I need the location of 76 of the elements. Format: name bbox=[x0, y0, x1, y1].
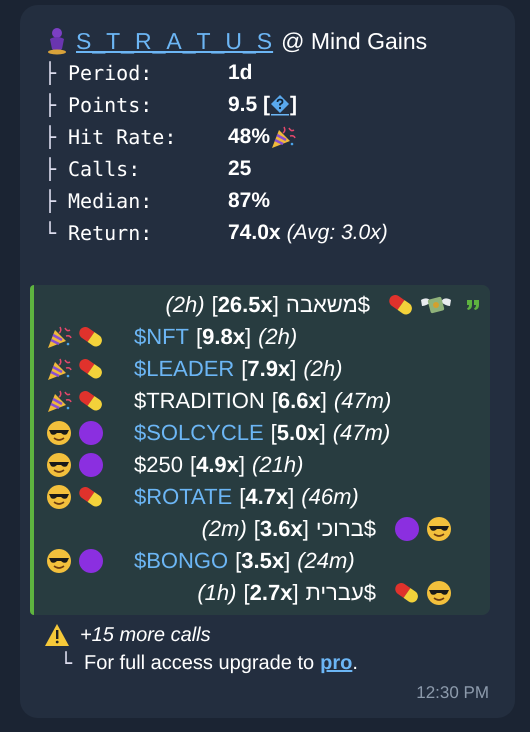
channel-link[interactable]: S_T_R_A_T_U_S bbox=[76, 28, 274, 54]
sunglasses-face-icon bbox=[46, 420, 72, 446]
call-age: (47m) bbox=[334, 388, 392, 414]
stat-label: Calls: bbox=[68, 157, 142, 181]
multiplier: [5.0x] bbox=[270, 420, 326, 446]
sunglasses-face-icon bbox=[46, 452, 72, 478]
genie-icon bbox=[46, 27, 68, 55]
help-icon bbox=[270, 94, 290, 116]
call-age: (47m) bbox=[332, 420, 390, 446]
ticker: $ברוכי bbox=[316, 516, 376, 542]
tree-branch: ├ bbox=[44, 157, 58, 181]
more-calls-text: +15 more calls bbox=[80, 624, 211, 646]
tree-branch: ├ bbox=[44, 125, 58, 149]
multiplier: [4.9x] bbox=[190, 452, 246, 478]
stat-label: Points: bbox=[68, 93, 154, 117]
tree-branch: ├ bbox=[44, 93, 58, 117]
call-age: (46m) bbox=[301, 484, 359, 510]
stat-value: 87% bbox=[228, 189, 270, 213]
ticker[interactable]: $SOLCYCLE bbox=[134, 420, 264, 446]
party-popper-icon bbox=[270, 124, 296, 150]
tree-branch: ├ bbox=[44, 61, 58, 85]
quote-icon bbox=[466, 299, 480, 311]
upgrade-text: For full access upgrade to bbox=[84, 652, 314, 674]
multiplier: [26.5x] bbox=[212, 292, 279, 318]
party-popper-icon bbox=[46, 324, 72, 350]
ticker: $250 bbox=[134, 452, 183, 478]
sunglasses-face-icon bbox=[426, 516, 452, 542]
bracket: ] bbox=[290, 93, 298, 117]
sunglasses-face-icon bbox=[46, 548, 72, 574]
tree-branch: └ bbox=[44, 221, 58, 245]
multiplier: [3.6x] bbox=[254, 516, 309, 542]
multiplier: [3.5x] bbox=[235, 548, 290, 574]
party-popper-icon bbox=[46, 388, 72, 414]
ticker[interactable]: $BONGO bbox=[134, 548, 228, 574]
ticker[interactable]: $ROTATE bbox=[134, 484, 232, 510]
call-age: (24m) bbox=[297, 548, 355, 574]
multiplier: [6.6x] bbox=[272, 388, 327, 414]
stat-label: Period: bbox=[68, 61, 154, 85]
stat-value: 48% bbox=[228, 125, 270, 149]
warning-icon bbox=[44, 623, 70, 647]
circle-icon bbox=[394, 516, 420, 542]
tree-branch: ├ bbox=[44, 189, 58, 213]
stat-value: 25 bbox=[228, 157, 252, 181]
call-age: (1h) bbox=[197, 580, 236, 606]
stat-label: Hit Rate: bbox=[68, 125, 178, 149]
stat-label: Median: bbox=[68, 189, 154, 213]
timestamp: 12:30 PM bbox=[416, 683, 489, 703]
circle-icon bbox=[78, 548, 104, 574]
stat-label: Return: bbox=[68, 221, 154, 245]
call-age: (2h) bbox=[165, 292, 205, 318]
call-age: (21h) bbox=[252, 452, 304, 478]
sunglasses-face-icon bbox=[46, 484, 72, 510]
ticker: $עברית bbox=[306, 580, 376, 606]
period: . bbox=[352, 652, 358, 674]
sunglasses-face-icon bbox=[426, 580, 452, 606]
circle-icon bbox=[78, 420, 104, 446]
multiplier: [2.7x] bbox=[243, 580, 299, 606]
multiplier: [7.9x] bbox=[241, 356, 296, 382]
party-popper-icon bbox=[46, 356, 72, 382]
stat-value: 9.5 [ bbox=[228, 93, 270, 117]
call-age: (2h) bbox=[303, 356, 342, 382]
call-age: (2m) bbox=[202, 516, 247, 542]
call-age: (2h) bbox=[258, 324, 298, 350]
multiplier: [4.7x] bbox=[239, 484, 294, 510]
stat-note: (Avg: 3.0x) bbox=[286, 221, 388, 245]
ticker: $משאבה bbox=[286, 292, 370, 318]
channel-title: @ Mind Gains bbox=[281, 28, 428, 54]
tree-branch: └ bbox=[60, 651, 74, 675]
multiplier: [9.8x] bbox=[196, 324, 252, 350]
stat-value: 1d bbox=[228, 61, 253, 85]
circle-icon bbox=[78, 452, 104, 478]
ticker: $TRADITION bbox=[134, 388, 265, 414]
pro-link[interactable]: pro bbox=[320, 652, 352, 674]
ticker[interactable]: $NFT bbox=[134, 324, 189, 350]
ticker[interactable]: $LEADER bbox=[134, 356, 234, 382]
stat-value: 74.0x bbox=[228, 221, 281, 245]
